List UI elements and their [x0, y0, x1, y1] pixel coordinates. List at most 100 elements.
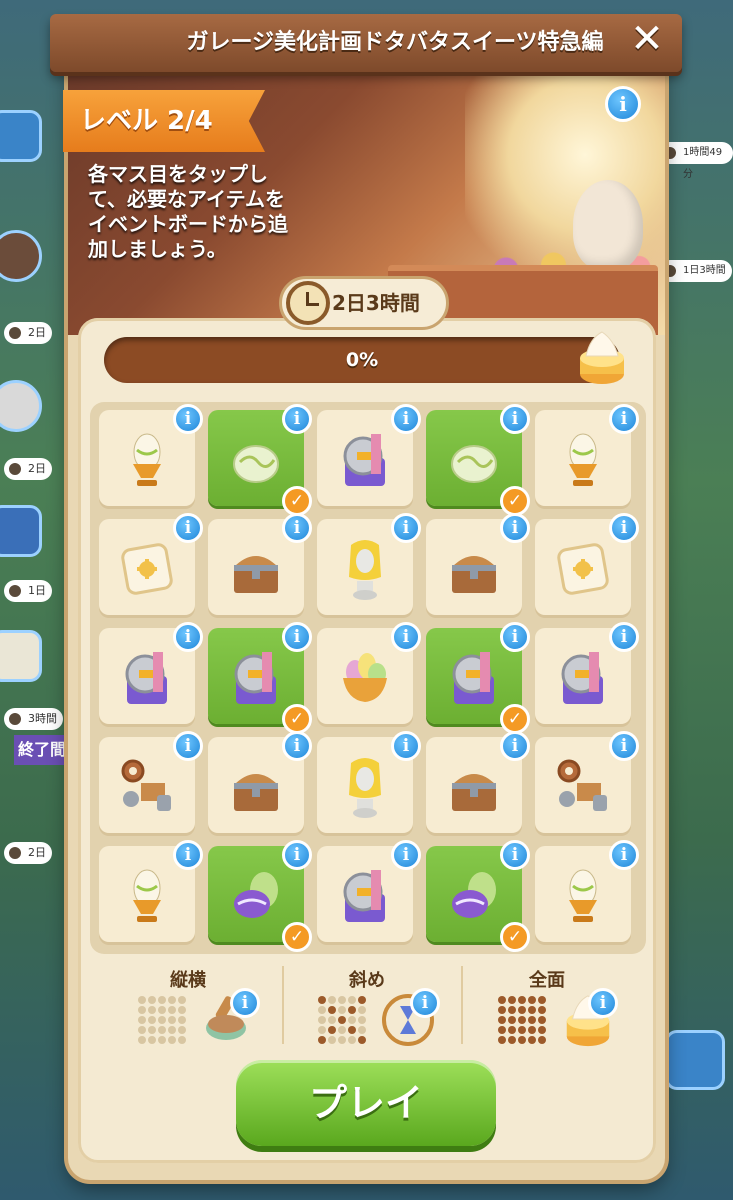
- statue-icon: [349, 758, 381, 818]
- side-timer: 1日: [4, 580, 52, 602]
- board-cell[interactable]: i: [99, 622, 203, 724]
- info-icon[interactable]: i: [173, 513, 203, 543]
- machine-icon: [343, 434, 385, 486]
- pillow-icon: [557, 543, 609, 595]
- checkmark-icon: ✓: [282, 704, 312, 734]
- info-icon[interactable]: i: [391, 731, 421, 761]
- info-icon[interactable]: i: [500, 622, 530, 652]
- board-cell[interactable]: i: [317, 404, 421, 506]
- info-icon[interactable]: i: [605, 86, 641, 122]
- timer-text: 2日3時間: [332, 291, 420, 315]
- machine-icon: [234, 652, 276, 704]
- gears-icon: [557, 759, 607, 811]
- board-cell[interactable]: i ✓: [208, 404, 312, 516]
- info-icon[interactable]: i: [173, 404, 203, 434]
- info-icon[interactable]: i: [282, 622, 312, 652]
- board-cell[interactable]: i: [317, 731, 421, 833]
- side-timer: 1時間49分: [659, 142, 733, 180]
- pattern-label: 斜め: [349, 970, 385, 991]
- info-icon[interactable]: i: [282, 404, 312, 434]
- info-icon[interactable]: i: [282, 513, 312, 543]
- board-cell[interactable]: i: [535, 622, 639, 724]
- egg-icon: [451, 445, 497, 483]
- info-icon[interactable]: i: [391, 513, 421, 543]
- checkmark-icon: ✓: [500, 486, 530, 516]
- calendar-icon[interactable]: [0, 110, 42, 162]
- machine-icon: [343, 870, 385, 922]
- pattern-diagonal: [318, 996, 366, 1044]
- info-icon[interactable]: i: [500, 513, 530, 543]
- background-left-hud: 2日 2日 1日 3時間 終了間 2日: [0, 0, 70, 1200]
- chest-icon: [452, 774, 496, 811]
- board-cell[interactable]: i: [99, 840, 203, 942]
- egg-cup-icon: [569, 869, 597, 922]
- board-cell[interactable]: i: [317, 513, 421, 615]
- close-button[interactable]: ✕: [622, 14, 672, 64]
- info-icon[interactable]: i: [230, 988, 260, 1018]
- board-cell[interactable]: i: [99, 404, 203, 506]
- board-cell[interactable]: i ✓: [426, 404, 530, 516]
- info-icon[interactable]: i: [391, 840, 421, 870]
- checkmark-icon: ✓: [282, 922, 312, 952]
- level-label: レベル 2/4: [80, 106, 213, 136]
- board-cell[interactable]: i ✓: [426, 622, 530, 734]
- side-timer: 3時間: [4, 708, 63, 730]
- info-icon[interactable]: i: [173, 622, 203, 652]
- checkmark-icon: ✓: [500, 922, 530, 952]
- mail-icon[interactable]: [665, 1030, 725, 1090]
- board-cell[interactable]: i: [317, 840, 421, 942]
- board-cell[interactable]: i: [535, 840, 639, 942]
- pattern-label: 縦横: [170, 970, 206, 991]
- coffee-cup-icon[interactable]: [0, 505, 42, 557]
- info-icon[interactable]: i: [410, 988, 440, 1018]
- info-icon[interactable]: i: [609, 731, 639, 761]
- side-timer: 1日3時間: [659, 260, 732, 282]
- info-icon[interactable]: i: [609, 622, 639, 652]
- gears-icon: [121, 759, 171, 811]
- pattern-rows-columns: [138, 996, 186, 1044]
- board-cell[interactable]: i: [535, 513, 639, 615]
- info-icon[interactable]: i: [391, 622, 421, 652]
- board-cell[interactable]: i: [99, 513, 203, 615]
- play-button[interactable]: プレイ: [236, 1060, 496, 1146]
- board-cell[interactable]: i: [317, 622, 421, 724]
- info-icon[interactable]: i: [282, 840, 312, 870]
- divider: [282, 966, 284, 1044]
- board-cell[interactable]: i: [99, 731, 203, 833]
- info-icon[interactable]: i: [609, 404, 639, 434]
- side-timer: 2日: [4, 458, 52, 480]
- purple-eggs-icon: [452, 872, 496, 918]
- info-icon[interactable]: i: [588, 988, 618, 1018]
- board-cell[interactable]: i: [535, 404, 639, 506]
- board-cell[interactable]: i ✓: [208, 840, 312, 952]
- purple-eggs-icon: [234, 872, 278, 918]
- info-icon[interactable]: i: [500, 840, 530, 870]
- board-cell[interactable]: i: [208, 731, 312, 833]
- board-cell[interactable]: i ✓: [426, 840, 530, 952]
- chest-icon: [452, 556, 496, 593]
- board-cell[interactable]: i ✓: [208, 622, 312, 734]
- info-icon[interactable]: i: [173, 731, 203, 761]
- character-avatar[interactable]: [0, 230, 42, 282]
- info-icon[interactable]: i: [609, 840, 639, 870]
- board-cell[interactable]: i: [426, 513, 530, 615]
- machine-icon: [125, 652, 167, 704]
- info-icon[interactable]: i: [500, 731, 530, 761]
- board-cell[interactable]: i: [426, 731, 530, 833]
- info-icon[interactable]: i: [173, 840, 203, 870]
- character-avatar[interactable]: [0, 380, 42, 432]
- clock-icon: [7, 583, 23, 599]
- newspaper-icon[interactable]: [0, 630, 42, 682]
- board-cell[interactable]: i: [535, 731, 639, 833]
- instructions-text: 各マス目をタップし て、必要なアイテムを イベントボードから追 加しましょう。: [88, 162, 288, 261]
- info-icon[interactable]: i: [282, 731, 312, 761]
- event-ended-badge: 終了間: [14, 735, 70, 765]
- info-icon[interactable]: i: [500, 404, 530, 434]
- machine-icon: [561, 652, 603, 704]
- cream-dessert-icon: [580, 331, 624, 384]
- board-cell[interactable]: i: [208, 513, 312, 615]
- egg-icon: [233, 445, 279, 483]
- info-icon[interactable]: i: [391, 404, 421, 434]
- info-icon[interactable]: i: [609, 513, 639, 543]
- pattern-full: [498, 996, 546, 1044]
